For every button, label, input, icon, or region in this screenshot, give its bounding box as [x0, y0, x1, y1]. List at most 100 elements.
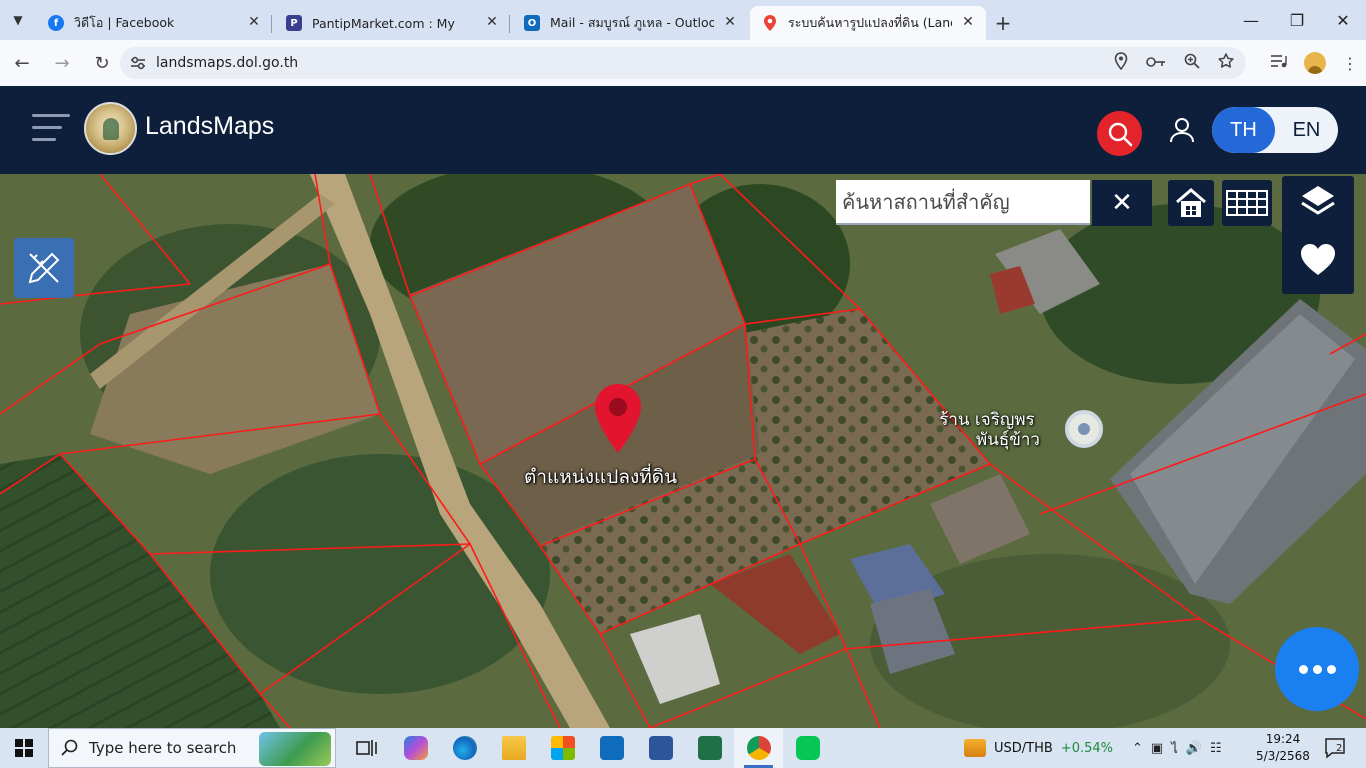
- clock-time: 19:24: [1265, 732, 1301, 746]
- tab-search-chevron-icon[interactable]: ▼: [0, 0, 36, 40]
- marker-label: ตำแหน่งแปลงที่ดิน: [524, 466, 678, 488]
- back-arrow-icon[interactable]: ←: [4, 45, 40, 81]
- forward-arrow-icon[interactable]: →: [44, 45, 80, 81]
- media-control-icon[interactable]: [1270, 53, 1288, 73]
- home-button[interactable]: [1168, 180, 1214, 226]
- notification-center-icon[interactable]: 2: [1324, 737, 1346, 759]
- tab-title: ระบบค้นหารูปแปลงที่ดิน (LandsMaps: [788, 15, 952, 30]
- reload-icon[interactable]: ↻: [84, 45, 120, 81]
- taskbar-search-box[interactable]: Type here to search: [48, 728, 336, 768]
- network-icon[interactable]: ☷: [1210, 741, 1222, 756]
- search-icon: [1108, 122, 1132, 146]
- pencil-ruler-icon: [28, 252, 60, 284]
- store-icon: [550, 736, 575, 760]
- chrome-button[interactable]: [734, 728, 783, 768]
- url-text: landsmaps.dol.go.th: [156, 55, 299, 71]
- grid-icon: [1226, 190, 1268, 216]
- search-button[interactable]: [1097, 111, 1142, 156]
- money-icon: [964, 739, 986, 757]
- map-imagery: [0, 174, 1366, 728]
- close-window-icon[interactable]: ✕: [1320, 0, 1366, 40]
- layers-icon: [1301, 186, 1335, 215]
- poi-location-icon[interactable]: [1065, 410, 1103, 448]
- address-bar[interactable]: landsmaps.dol.go.th: [120, 47, 1246, 79]
- task-view-icon: [355, 740, 377, 756]
- grid-toggle-button[interactable]: [1222, 180, 1272, 226]
- tab-separator: [509, 15, 510, 33]
- dot-icon: [1326, 664, 1336, 674]
- chrome-icon: [746, 736, 771, 760]
- excel-icon: [697, 736, 722, 760]
- tab-close-icon[interactable]: ✕: [960, 14, 976, 30]
- tab-close-icon[interactable]: ✕: [484, 14, 500, 30]
- word-button[interactable]: [636, 728, 685, 768]
- place-search-box: [836, 180, 1090, 225]
- show-hidden-icons-chevron-icon[interactable]: ⌃: [1132, 741, 1143, 756]
- clock-date: 5/3/2568: [1256, 749, 1310, 763]
- land-parcel-marker-icon[interactable]: [592, 382, 644, 456]
- task-view-button[interactable]: [342, 728, 391, 768]
- site-settings-icon[interactable]: [120, 56, 156, 70]
- line-icon: [795, 736, 820, 760]
- language-switch: TH EN: [1212, 107, 1338, 153]
- more-options-button[interactable]: [1275, 627, 1359, 711]
- tab-separator: [271, 15, 272, 33]
- minimize-icon[interactable]: —: [1228, 0, 1274, 40]
- user-account-icon[interactable]: [1168, 116, 1196, 144]
- line-button[interactable]: [783, 728, 832, 768]
- tab-close-icon[interactable]: ✕: [722, 14, 738, 30]
- taskbar-search-placeholder: Type here to search: [89, 739, 237, 757]
- dot-icon: [1298, 664, 1308, 674]
- tab-facebook[interactable]: f วิดีโอ | Facebook ✕: [36, 6, 272, 40]
- edge-button[interactable]: [440, 728, 489, 768]
- dot-icon: [1312, 664, 1322, 674]
- input-language-icon[interactable]: ไ: [1171, 738, 1178, 759]
- layers-button[interactable]: [1298, 182, 1338, 222]
- place-search-input[interactable]: [836, 180, 1090, 223]
- password-key-icon[interactable]: [1146, 54, 1166, 72]
- tab-outlook[interactable]: O Mail - สมบูรณ์ ภูเหล - Outlook ✕: [512, 6, 748, 40]
- clear-search-button[interactable]: ✕: [1092, 180, 1152, 226]
- poi-name-line1: ร้าน เจริญพร: [939, 410, 1035, 430]
- bookmark-star-icon[interactable]: [1218, 53, 1234, 73]
- window-controls: — ❐ ✕: [1228, 0, 1366, 40]
- map-pin-icon: [762, 15, 778, 31]
- notification-count: 2: [1336, 743, 1342, 754]
- file-explorer-button[interactable]: [489, 728, 538, 768]
- meet-icon[interactable]: ▣: [1151, 741, 1163, 756]
- tab-title: วิดีโอ | Facebook: [74, 15, 175, 30]
- microsoft-store-button[interactable]: [538, 728, 587, 768]
- word-icon: [648, 736, 673, 760]
- tab-landsmaps[interactable]: ระบบค้นหารูปแปลงที่ดิน (LandsMaps ✕: [750, 6, 986, 40]
- chrome-menu-icon[interactable]: ⋮: [1342, 54, 1358, 73]
- hamburger-menu-icon[interactable]: [32, 114, 70, 142]
- brand-name: LandsMaps: [145, 112, 275, 140]
- currency-ticker[interactable]: USD/THB +0.54%: [964, 728, 1113, 768]
- satellite-map[interactable]: ตำแหน่งแปลงที่ดิน ร้าน เจริญพร พันธุ์ข้า…: [0, 174, 1366, 728]
- volume-icon[interactable]: 🔊: [1186, 741, 1202, 756]
- zoom-icon[interactable]: [1184, 53, 1200, 73]
- outlook-app-button[interactable]: [587, 728, 636, 768]
- windows-start-icon[interactable]: [0, 728, 48, 768]
- excel-button[interactable]: [685, 728, 734, 768]
- restore-icon[interactable]: ❐: [1274, 0, 1320, 40]
- search-highlight-image: [259, 732, 331, 766]
- profile-avatar[interactable]: [1304, 52, 1326, 74]
- location-pin-icon[interactable]: [1114, 52, 1128, 74]
- tab-close-icon[interactable]: ✕: [246, 14, 262, 30]
- language-th-button[interactable]: TH: [1212, 107, 1275, 153]
- language-en-button[interactable]: EN: [1275, 107, 1338, 153]
- draw-measure-tool-button[interactable]: [14, 238, 74, 298]
- browser-tab-strip: ▼ f วิดีโอ | Facebook ✕ P PantipMarket.c…: [0, 0, 1366, 40]
- copilot-icon: [403, 736, 428, 760]
- folder-icon: [501, 736, 526, 760]
- facebook-icon: f: [48, 15, 64, 31]
- outlook-icon: [599, 736, 624, 760]
- system-tray: ⌃ ▣ ไ 🔊 ☷: [1132, 728, 1222, 768]
- edge-icon: [452, 736, 477, 760]
- new-tab-plus-icon[interactable]: +: [988, 6, 1018, 40]
- taskbar-clock[interactable]: 19:24 5/3/2568: [1255, 731, 1311, 765]
- tab-pantipmarket[interactable]: P PantipMarket.com : My ✕: [274, 6, 510, 40]
- favorites-button[interactable]: [1298, 240, 1338, 280]
- copilot-button[interactable]: [391, 728, 440, 768]
